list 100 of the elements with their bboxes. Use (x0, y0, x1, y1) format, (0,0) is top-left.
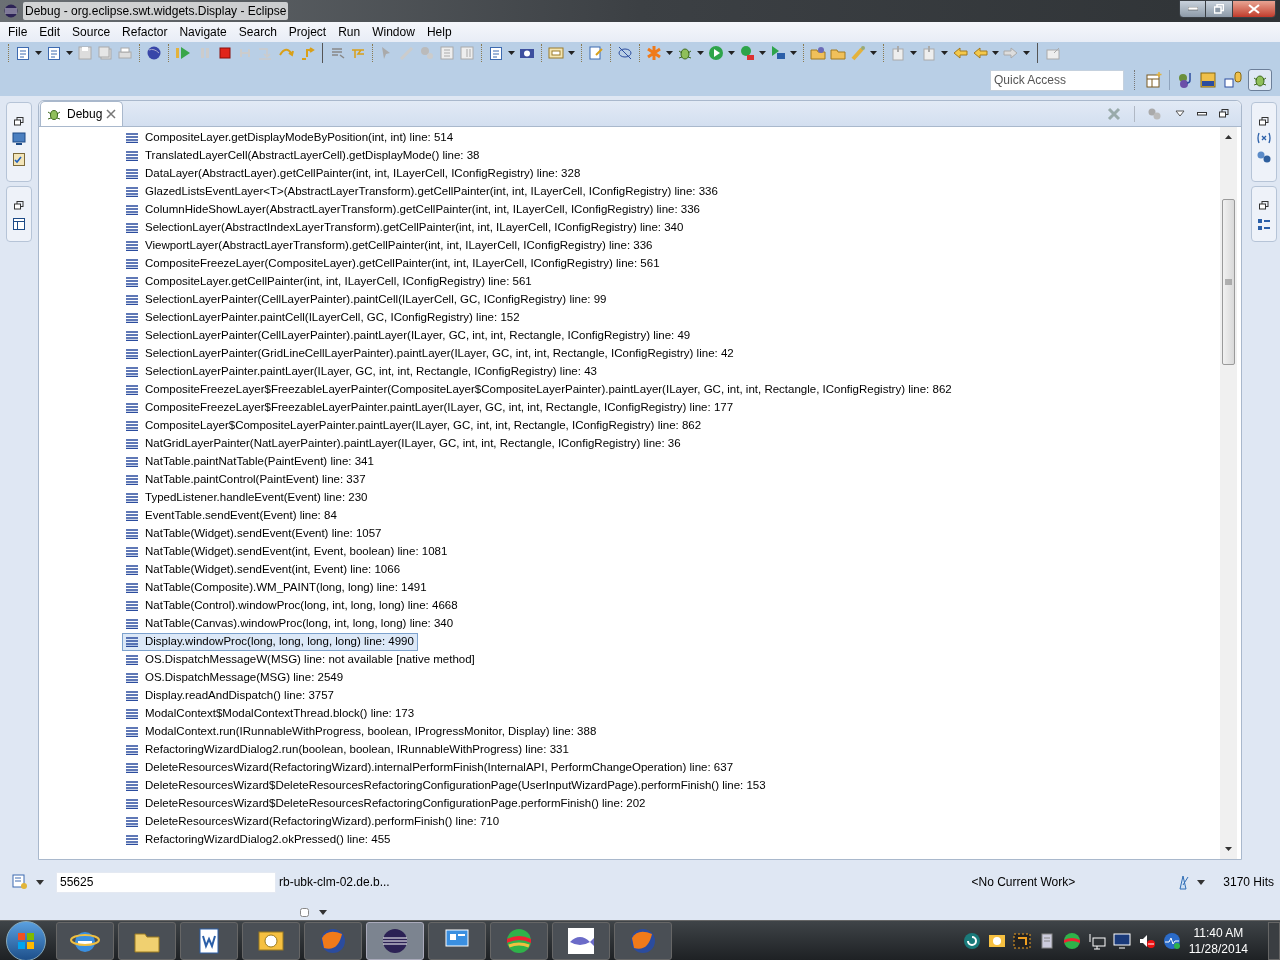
bug-icon[interactable] (677, 45, 693, 61)
restore-button[interactable] (1206, 0, 1232, 18)
taskbar-button[interactable] (56, 921, 114, 960)
caret-icon[interactable] (910, 51, 917, 55)
caret-icon[interactable] (759, 51, 766, 55)
stack-frame-row[interactable]: DeleteResourcesWizard(RefactoringWizard).internalPerformFinish(InternalAPI, PerformChangeOperation) line: 637 (122, 759, 738, 777)
stack-frame-row[interactable]: DeleteResourcesWizard(RefactoringWizard).performFinish() line: 710 (122, 813, 504, 831)
svn-perspective-icon[interactable] (1200, 71, 1218, 89)
caret-icon[interactable] (36, 879, 44, 885)
new-file-icon[interactable] (15, 45, 31, 61)
debug-perspective-button[interactable] (1248, 69, 1272, 91)
taskbar-button[interactable] (428, 921, 486, 960)
close-button[interactable] (1232, 0, 1276, 18)
clock-date[interactable]: 11/28/2014 (1188, 940, 1248, 957)
stack-frame-row[interactable]: OS.DispatchMessageW(MSG) line: not available [native method] (122, 651, 479, 669)
new-item-icon[interactable] (46, 45, 62, 61)
menu-item[interactable]: Project (282, 23, 333, 41)
stack-frame-row[interactable]: NatTable(Widget).sendEvent(Event) line: 1057 (122, 525, 386, 543)
database-perspective-icon[interactable] (1224, 71, 1242, 89)
menu-item[interactable]: Window (366, 23, 421, 41)
stack-frame-row[interactable]: NatTable(Canvas).windowProc(long, int, long, long) line: 340 (122, 615, 458, 633)
taskbar-button[interactable] (242, 921, 300, 960)
restore-icon[interactable] (14, 201, 24, 210)
stack-frame-row[interactable]: NatTable(Widget).sendEvent(int, Event, boolean) line: 1081 (122, 543, 452, 561)
stack-frame-row[interactable]: SelectionLayerPainter(CellLayerPainter).paintLayer(ILayer, GC, int, int, Rectangle, IConfigRegistry) line: 49 (122, 327, 695, 345)
task-field[interactable]: 55625 (56, 871, 276, 893)
caret-icon[interactable] (1197, 879, 1206, 885)
stack-frame-row[interactable]: NatTable(Control).windowProc(long, int, long, long) line: 4668 (122, 597, 462, 615)
caret-icon[interactable] (508, 51, 515, 55)
caret-icon[interactable] (790, 51, 797, 55)
vertical-scrollbar[interactable] (1220, 127, 1237, 859)
stack-frame-row[interactable]: SelectionLayerPainter(CellLayerPainter).paintCell(ILayerCell, GC, IConfigRegistry) line: 99 (122, 291, 611, 309)
stack-frame-row[interactable]: TranslatedLayerCell(AbstractLayerCell).getDisplayMode() line: 38 (122, 147, 484, 165)
menu-item[interactable]: Source (66, 23, 117, 41)
stack-frame-row[interactable]: ModalContext$ModalContextThread.block() line: 173 (122, 705, 419, 723)
start-button[interactable] (6, 920, 46, 960)
scrollbar-thumb[interactable] (1222, 199, 1235, 365)
hidden-icon[interactable] (617, 45, 633, 61)
stack-frame-row[interactable]: CompositeLayer.getDisplayModeByPosition(int, int) line: 514 (122, 129, 458, 147)
sync-icon[interactable] (962, 931, 981, 950)
breakpoints-icon[interactable] (1256, 150, 1272, 164)
stack-frame-row[interactable]: NatTable.paintControl(PaintEvent) line: 337 (122, 471, 370, 489)
stack-frame-row[interactable]: CompositeLayer.getCellPainter(int, int, ILayerCell, IConfigRegistry) line: 561 (122, 273, 536, 291)
menu-item[interactable]: Edit (33, 23, 67, 41)
debug-tab[interactable]: Debug (40, 101, 124, 126)
stop-icon[interactable] (217, 45, 233, 61)
taskbar-button[interactable] (118, 921, 176, 960)
taskbar-button[interactable] (366, 921, 424, 960)
globe-icon[interactable] (146, 45, 162, 61)
restore-icon[interactable] (1219, 109, 1229, 118)
taskbar-button[interactable] (490, 921, 548, 960)
stack-frame-row[interactable]: SelectionLayerPainter.paintCell(ILayerCell, GC, IConfigRegistry) line: 152 (122, 309, 524, 327)
menu-item[interactable]: Search (232, 23, 283, 41)
activity-globe-icon[interactable] (1162, 931, 1181, 950)
outline-icon[interactable] (1257, 218, 1271, 232)
caret-icon[interactable] (666, 51, 673, 55)
stack-frame-row[interactable]: SelectionLayerPainter(GridLineCellLayerPainter).paintLayer(ILayer, GC, int, int, Rectangle, IConfigRegistry) line: 42 (122, 345, 738, 363)
stack-frame-row[interactable]: RefactoringWizardDialog2.okPressed() line: 455 (122, 831, 395, 849)
stack-frame-row[interactable]: DeleteResourcesWizard$DeleteResourcesRefactoringConfigurationPage.performFinish() line: 202 (122, 795, 650, 813)
caret-icon[interactable] (319, 909, 327, 915)
caret-icon[interactable] (1023, 51, 1030, 55)
taskbar-button[interactable] (180, 921, 238, 960)
stack-frame-row[interactable]: SelectionLayerPainter.paintLayer(ILayer, GC, int, int, Rectangle, IConfigRegistry) line: 43 (122, 363, 601, 381)
restore-icon[interactable] (1259, 201, 1269, 210)
taskbar-button[interactable] (552, 921, 610, 960)
menu-item[interactable]: File (2, 23, 34, 41)
layout-icon[interactable] (13, 218, 25, 230)
view-menu-icon[interactable] (1175, 109, 1185, 118)
colored-ball-icon[interactable] (1062, 931, 1081, 950)
stack-frame-row[interactable]: TypedListener.handleEvent(Event) line: 230 (122, 489, 372, 507)
menu-item[interactable]: Help (420, 23, 458, 41)
stack-frame-row[interactable]: CompositeFreezeLayer$FreezableLayerPainter.paintLayer(ILayer, GC, int, int, Rectangle, IConfigRegistry) line: 177 (122, 399, 738, 417)
clipboard-icon[interactable] (12, 152, 26, 166)
caret-icon[interactable] (941, 51, 948, 55)
menu-item[interactable]: Navigate (173, 23, 233, 41)
caret-icon[interactable] (870, 51, 877, 55)
new-document-icon[interactable] (488, 45, 504, 61)
stack-frame-row[interactable]: NatTable(Widget).sendEvent(int, Event) line: 1066 (122, 561, 405, 579)
stack-frame-row[interactable]: OS.DispatchMessage(MSG) line: 2549 (122, 669, 348, 687)
stack-frame-row[interactable]: ViewportLayer(AbstractLayerTransform).getCellPainter(int, int, ILayerCell, IConfigRegistry) line: 336 (122, 237, 657, 255)
stack-frame-row[interactable]: ModalContext.run(IRunnableWithProgress, boolean, IProgressMonitor, Display) line: 388 (122, 723, 601, 741)
notes-icon[interactable] (588, 45, 604, 61)
variables-icon[interactable] (1256, 132, 1272, 144)
restore-icon[interactable] (14, 117, 24, 126)
stack-frame-row[interactable]: Display.readAndDispatch() line: 3757 (122, 687, 338, 705)
stack-frame-row[interactable]: NatTable(Composite).WM_PAINT(long, long) line: 1491 (122, 579, 431, 597)
minimize-icon[interactable] (1197, 111, 1207, 116)
menu-item[interactable]: Refactor (116, 23, 174, 41)
stack-frame-row[interactable]: NatTable.paintNatTable(PaintEvent) line: 341 (122, 453, 378, 471)
restore-icon[interactable] (1259, 117, 1269, 126)
close-icon[interactable] (106, 109, 117, 119)
checkbox-icon[interactable] (300, 907, 309, 917)
open-perspective-icon[interactable] (1145, 71, 1163, 89)
monitor-icon[interactable] (12, 132, 26, 146)
clock-time[interactable]: 11:40 AM (1193, 924, 1244, 941)
stack-frame-row[interactable]: SelectionLayer(AbstractIndexLayerTransform).getCellPainter(int, int, ILayerCell, IConfigRegistry) line: 340 (122, 219, 688, 237)
stack-frame-row[interactable]: CompositeFreezeLayer(CompositeLayer).getCellPainter(int, int, ILayerCell, IConfigRegistry) line: 561 (122, 255, 664, 273)
stack-frame-row[interactable]: DataLayer(AbstractLayer).getCellPainter(int, int, ILayerCell, IConfigRegistry) line: 328 (122, 165, 585, 183)
java-perspective-icon[interactable] (1176, 71, 1194, 89)
caret-icon[interactable] (992, 51, 999, 55)
